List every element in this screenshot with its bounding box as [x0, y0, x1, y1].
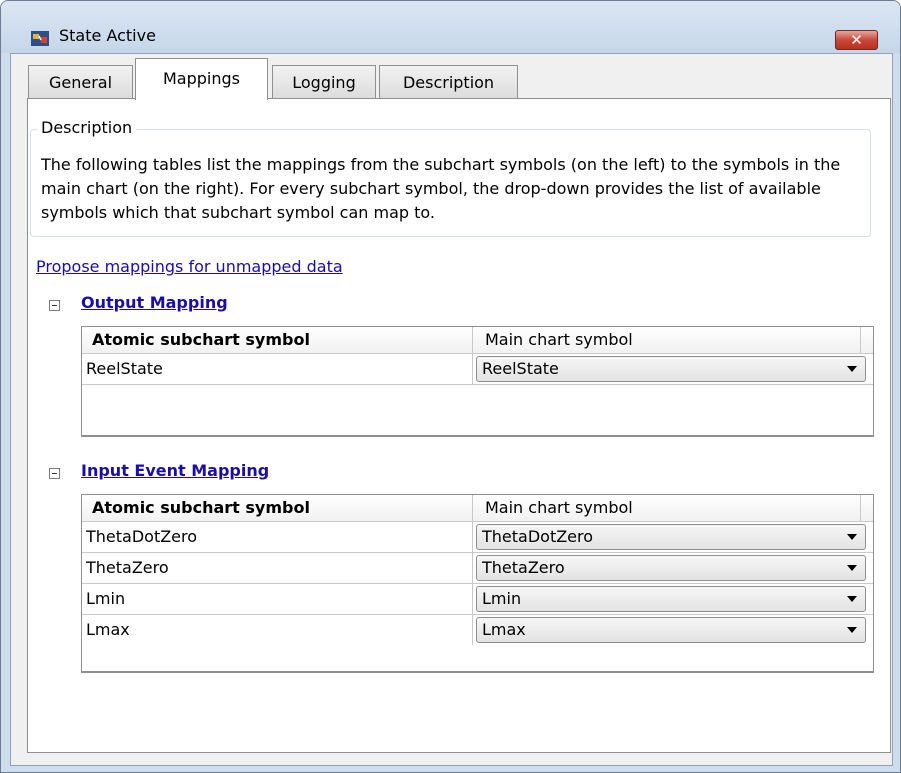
dropdown-selected-value: Lmin [482, 589, 522, 608]
output-col-subchart-symbol[interactable]: Atomic subchart symbol [82, 327, 473, 353]
table-row: ReelState ReelState [82, 354, 873, 385]
input-col-main-chart-symbol[interactable]: Main chart symbol [473, 495, 861, 521]
table-row: ThetaDotZero ThetaDotZero [82, 522, 873, 553]
input-col-subchart-symbol[interactable]: Atomic subchart symbol [82, 495, 473, 521]
input-row-mapping-dropdown[interactable]: ThetaZero [476, 555, 866, 581]
output-mapping-table: Atomic subchart symbol Main chart symbol… [81, 326, 874, 437]
tab-mappings-label: Mappings [163, 69, 240, 88]
chevron-down-icon[interactable] [847, 627, 857, 633]
output-row-symbol: ReelState [82, 354, 473, 384]
output-col-main-chart-symbol[interactable]: Main chart symbol [473, 327, 861, 353]
tab-general[interactable]: General [28, 65, 133, 98]
dropdown-selected-value: ReelState [482, 359, 559, 378]
chevron-down-icon[interactable] [847, 596, 857, 602]
input-row-symbol: Lmin [82, 584, 473, 614]
input-row-symbol: ThetaZero [82, 553, 473, 583]
output-mapping-header: Atomic subchart symbol Main chart symbol [82, 327, 873, 354]
input-event-mapping-table: Atomic subchart symbol Main chart symbol… [81, 494, 874, 673]
window-title: State Active [59, 26, 156, 45]
input-mapping-header: Atomic subchart symbol Main chart symbol [82, 495, 873, 522]
tab-general-label: General [48, 73, 113, 92]
dialog-client-area: General Mappings Logging Description Des… [10, 53, 893, 766]
input-row-symbol: ThetaDotZero [82, 522, 473, 552]
dropdown-selected-value: ThetaZero [482, 558, 565, 577]
dropdown-selected-value: ThetaDotZero [482, 527, 594, 546]
simulink-app-icon [31, 31, 49, 46]
close-button[interactable]: ✕ [835, 30, 878, 50]
output-mapping-collapse-icon[interactable] [49, 300, 60, 311]
description-groupbox: Description The following tables list th… [30, 118, 871, 237]
input-event-mapping-title[interactable]: Input Event Mapping [81, 461, 269, 480]
dialog-window: State Active ✕ General Mappings Logging … [0, 0, 901, 773]
output-mapping-title[interactable]: Output Mapping [81, 293, 228, 312]
chevron-down-icon[interactable] [847, 534, 857, 540]
input-row-mapping-dropdown[interactable]: Lmin [476, 586, 866, 612]
tab-logging-label: Logging [292, 73, 356, 92]
title-bar[interactable]: State Active ✕ [1, 1, 900, 53]
tab-logging[interactable]: Logging [272, 65, 376, 98]
table-row: Lmax Lmax [82, 615, 873, 645]
chevron-down-icon[interactable] [847, 366, 857, 372]
input-row-symbol: Lmax [82, 615, 473, 645]
propose-mappings-link[interactable]: Propose mappings for unmapped data [36, 257, 343, 276]
dropdown-selected-value: Lmax [482, 620, 526, 639]
table-row: ThetaZero ThetaZero [82, 553, 873, 584]
chevron-down-icon[interactable] [847, 565, 857, 571]
tab-description-label: Description [402, 73, 495, 92]
close-icon: ✕ [850, 31, 863, 49]
output-row-mapping-dropdown[interactable]: ReelState [476, 356, 866, 382]
description-text: The following tables list the mappings f… [41, 155, 841, 222]
tab-mappings[interactable]: Mappings [135, 58, 268, 100]
input-event-mapping-collapse-icon[interactable] [49, 468, 60, 479]
tab-description[interactable]: Description [379, 65, 518, 98]
input-row-mapping-dropdown[interactable]: ThetaDotZero [476, 524, 866, 550]
mappings-panel: Description The following tables list th… [27, 98, 891, 753]
input-row-mapping-dropdown[interactable]: Lmax [476, 617, 866, 643]
table-row: Lmin Lmin [82, 584, 873, 615]
description-group-label: Description [37, 118, 137, 137]
